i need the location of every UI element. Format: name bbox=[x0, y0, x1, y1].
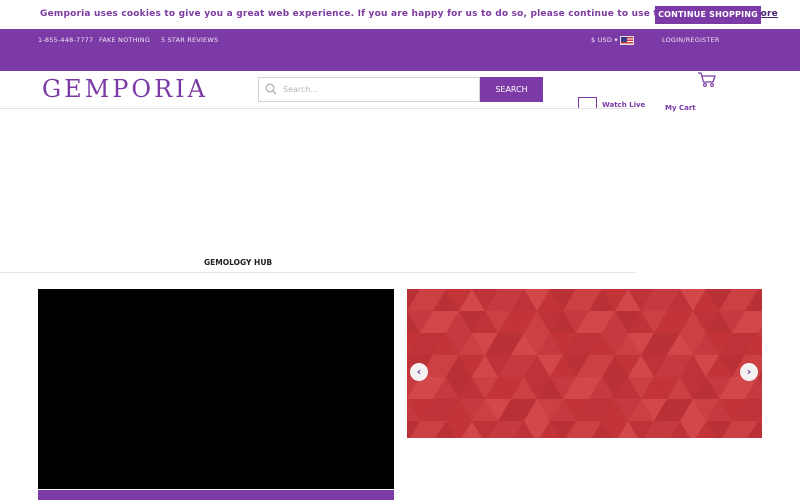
promo-carousel[interactable] bbox=[407, 289, 762, 438]
carousel-next-arrow-icon[interactable]: › bbox=[740, 363, 758, 381]
my-cart-link[interactable]: My Cart bbox=[665, 104, 696, 112]
phone-number-link[interactable]: 1-855-448-7777 bbox=[38, 36, 93, 44]
star-reviews-link[interactable]: 5 STAR REVIEWS bbox=[161, 36, 218, 44]
hub-divider bbox=[0, 272, 636, 273]
search-icon bbox=[265, 83, 277, 95]
currency-selector[interactable]: $ USD ▾ bbox=[591, 36, 618, 44]
search-field[interactable] bbox=[258, 77, 480, 102]
gemporia-logo[interactable]: GEMPORIA bbox=[42, 75, 208, 103]
search-input[interactable] bbox=[283, 79, 473, 100]
carousel-triangle-pattern bbox=[407, 289, 762, 438]
header-divider bbox=[0, 108, 636, 109]
video-player[interactable] bbox=[38, 289, 394, 489]
top-bar: 1-855-448-7777 FAKE NOTHING 5 STAR REVIE… bbox=[0, 29, 800, 71]
search-button[interactable]: SEARCH bbox=[480, 77, 543, 102]
fake-nothing-link[interactable]: FAKE NOTHING bbox=[99, 36, 150, 44]
carousel-prev-arrow-icon[interactable]: ‹ bbox=[410, 363, 428, 381]
cookie-banner: Gemporia uses cookies to give you a grea… bbox=[0, 0, 800, 29]
video-caption-bar bbox=[38, 490, 394, 500]
gemology-hub-link[interactable]: GEMOLOGY HUB bbox=[204, 258, 272, 267]
continue-shopping-button[interactable]: CONTINUE SHOPPING bbox=[655, 6, 761, 24]
cookie-message-text: Gemporia uses cookies to give you a grea… bbox=[40, 9, 700, 19]
login-register-link[interactable]: LOGIN/REGISTER bbox=[662, 36, 720, 44]
cart-icon[interactable] bbox=[697, 71, 717, 88]
us-flag-icon[interactable] bbox=[620, 36, 634, 45]
